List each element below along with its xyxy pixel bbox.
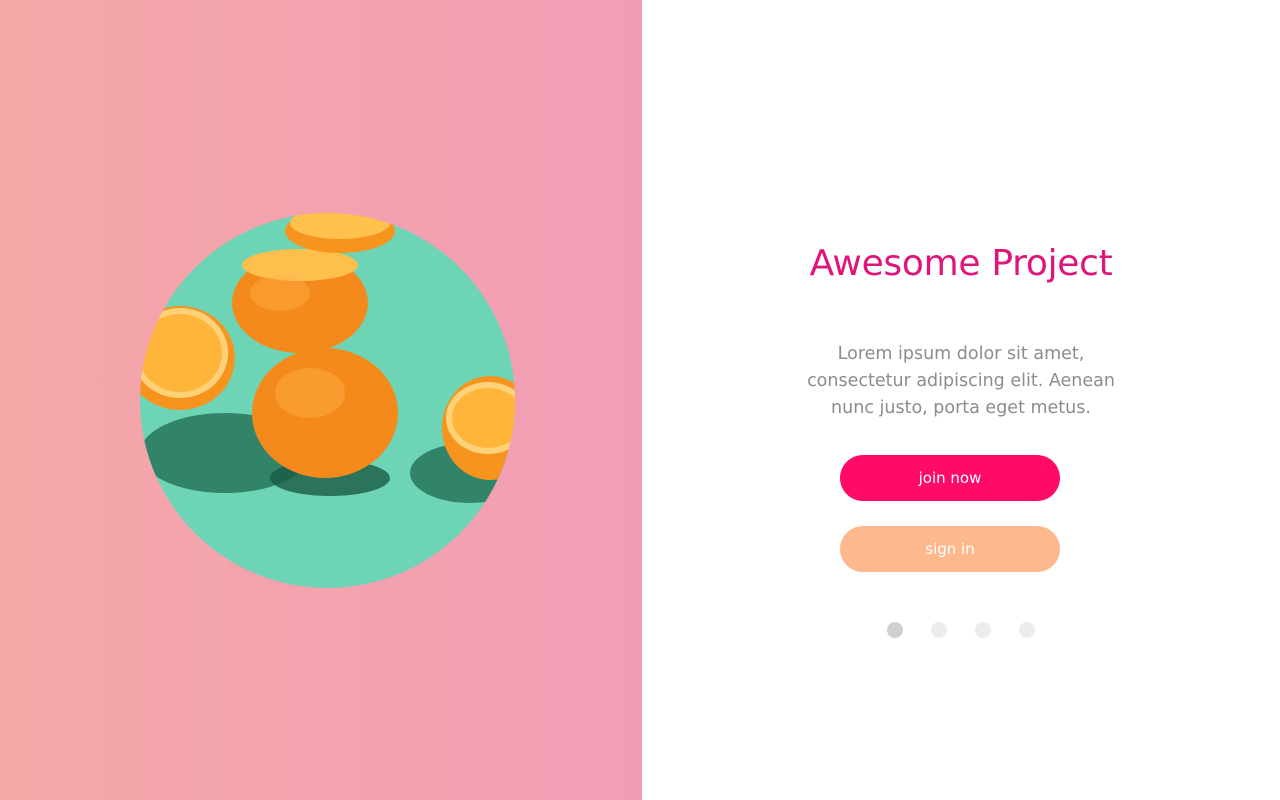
oranges-illustration [140, 213, 515, 588]
content-panel: Awesome Project Lorem ipsum dolor sit am… [642, 0, 1280, 800]
pagination-dot-2[interactable] [931, 622, 947, 638]
description-line: Lorem ipsum dolor sit amet, [837, 344, 1085, 364]
page-title: Awesome Project [809, 243, 1113, 284]
pagination-dot-4[interactable] [1019, 622, 1035, 638]
pagination-dot-3[interactable] [975, 622, 991, 638]
pagination-dot-1[interactable] [887, 622, 903, 638]
pagination-dots [887, 622, 1035, 638]
description-line: nunc justo, porta eget metus. [831, 398, 1091, 418]
description-text: Lorem ipsum dolor sit amet, consectetur … [642, 341, 1280, 422]
hero-image [140, 213, 515, 588]
onboarding-screen: Awesome Project Lorem ipsum dolor sit am… [0, 0, 1280, 800]
description-line: consectetur adipiscing elit. Aenean [807, 371, 1115, 391]
hero-panel [0, 0, 642, 800]
sign-in-button[interactable]: sign in [840, 526, 1060, 572]
join-now-button[interactable]: join now [840, 455, 1060, 501]
